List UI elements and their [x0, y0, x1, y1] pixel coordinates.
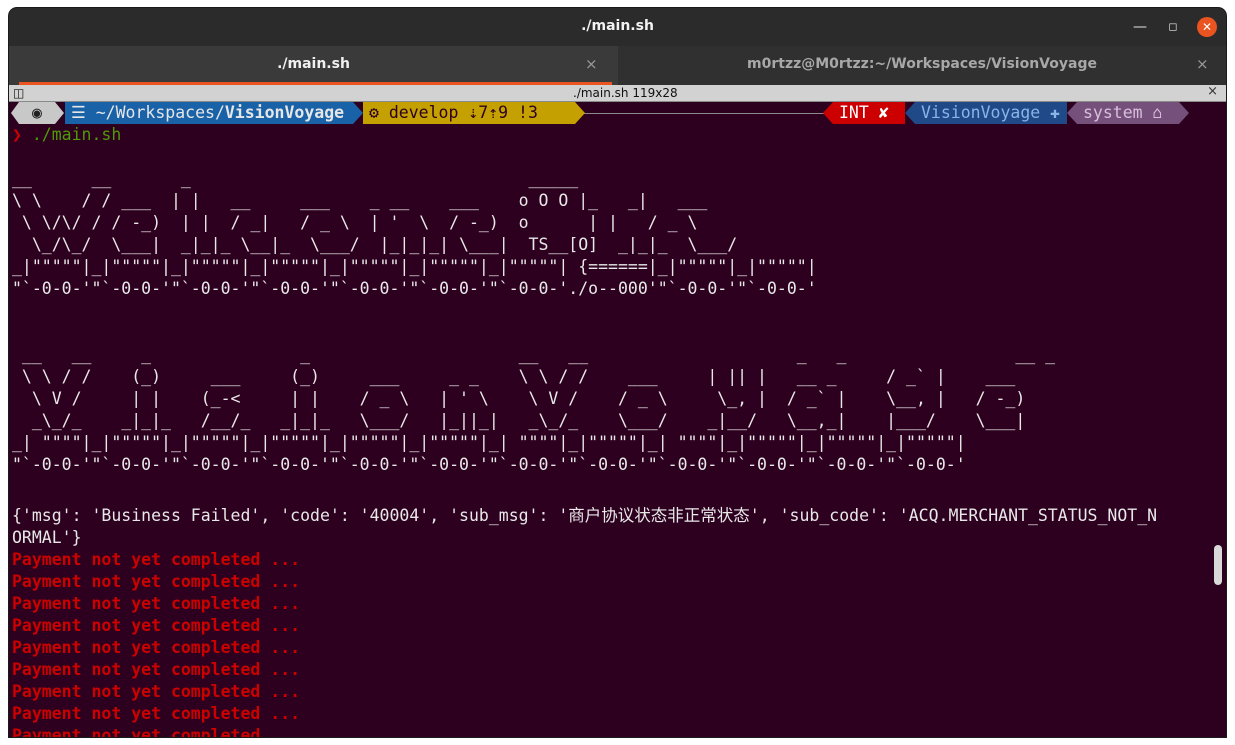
terminal-window: ./main.sh — ◻ ✕ ./main.sh × m0rtzz@M0rtz…	[9, 8, 1226, 737]
prompt-arrow: ❯	[12, 125, 22, 144]
terminal-output[interactable]: ❯ ./main.sh __ __ _ _____ \ \ / / ___ | …	[12, 102, 1212, 737]
payment-status-line: Payment not yet completed ...	[12, 660, 301, 679]
ascii-art-line: "`-0-0-'"`-0-0-'"`-0-0-'"`-0-0-'"`-0-0-'…	[12, 455, 966, 474]
close-icon[interactable]: ✕	[1197, 17, 1217, 37]
payment-status-line: Payment not yet completed ...	[12, 550, 301, 569]
payment-status-line: Payment not yet completed ...	[12, 704, 301, 723]
payment-status-line: Payment not yet completed ...	[12, 638, 301, 657]
payment-status-line: Payment not yet completed ...	[12, 572, 301, 591]
command-text: ./main.sh	[31, 125, 122, 144]
pane-close-icon[interactable]: ×	[1207, 84, 1218, 99]
tab-main-sh[interactable]: ./main.sh ×	[9, 46, 618, 85]
ascii-art-line: __ __ _ _____	[12, 169, 579, 188]
ascii-art-line: \ \ / / ___ | | __ ___ _ __ ___ o O O |_…	[12, 191, 708, 210]
ascii-art-line: \ V / | | (_-< | | / _ \ | ' \ \ V / / _…	[12, 389, 1026, 408]
tab-close-icon[interactable]: ×	[585, 55, 598, 73]
pane-status-bar: ◫ ./main.sh 119x28 ×	[9, 84, 1226, 102]
ascii-art-line: _\_/_ _|_|_ /__/_ _|_|_ \___/ |_||_| _\_…	[12, 411, 1026, 430]
ascii-art-line: \ \ / / (_) ___ (_) ___ _ _ \ \ / / ___ …	[12, 367, 1016, 386]
command-line: ❯ ./main.sh	[12, 124, 121, 146]
ascii-art-line: _|"""""|_|"""""|_|"""""|_|"""""|_|"""""|…	[12, 257, 817, 276]
maximize-icon[interactable]: ◻	[1163, 17, 1183, 37]
window-title: ./main.sh	[581, 18, 654, 34]
title-bar[interactable]: ./main.sh — ◻ ✕	[9, 8, 1226, 46]
ascii-art-line: \_/\_/ \___| _|_|_ \__|_ \___/ |_|_|_| \…	[12, 235, 738, 254]
split-pane-icon[interactable]: ◫	[13, 85, 24, 101]
payment-status-line: Payment not yet completed ...	[12, 616, 301, 635]
tab-label: m0rtzz@M0rtzz:~/Workspaces/VisionVoyage	[747, 56, 1097, 72]
ascii-art-line: _| """"|_|"""""|_|"""""|_|"""""|_|"""""|…	[12, 433, 966, 452]
scrollbar-thumb[interactable]	[1214, 545, 1222, 585]
response-dict-line: ORMAL'}	[12, 528, 82, 547]
payment-status-line: Payment not yet completed ...	[12, 594, 301, 613]
pane-status-text: ./main.sh 119x28	[573, 86, 678, 100]
response-dict-line: {'msg': 'Business Failed', 'code': '4000…	[12, 506, 1158, 525]
payment-status-line: Payment not yet completed ...	[12, 682, 301, 701]
tab-workspace[interactable]: m0rtzz@M0rtzz:~/Workspaces/VisionVoyage …	[618, 46, 1226, 85]
tab-label: ./main.sh	[277, 56, 350, 72]
ascii-art-line: \ \/\/ / / -_) | | / _| / _ \ | ' \ / -_…	[12, 213, 698, 232]
tab-bar: ./main.sh × m0rtzz@M0rtzz:~/Workspaces/V…	[9, 46, 1226, 85]
minimize-icon[interactable]: —	[1130, 17, 1150, 37]
ascii-art-line: "`-0-0-'"`-0-0-'"`-0-0-'"`-0-0-'"`-0-0-'…	[12, 279, 817, 298]
ascii-art-line: __ __ _ _ __ __ _ _ __ _	[12, 345, 1056, 364]
payment-status-line: Payment not yet completed ...	[12, 726, 301, 737]
tab-close-icon[interactable]: ×	[1196, 55, 1209, 73]
